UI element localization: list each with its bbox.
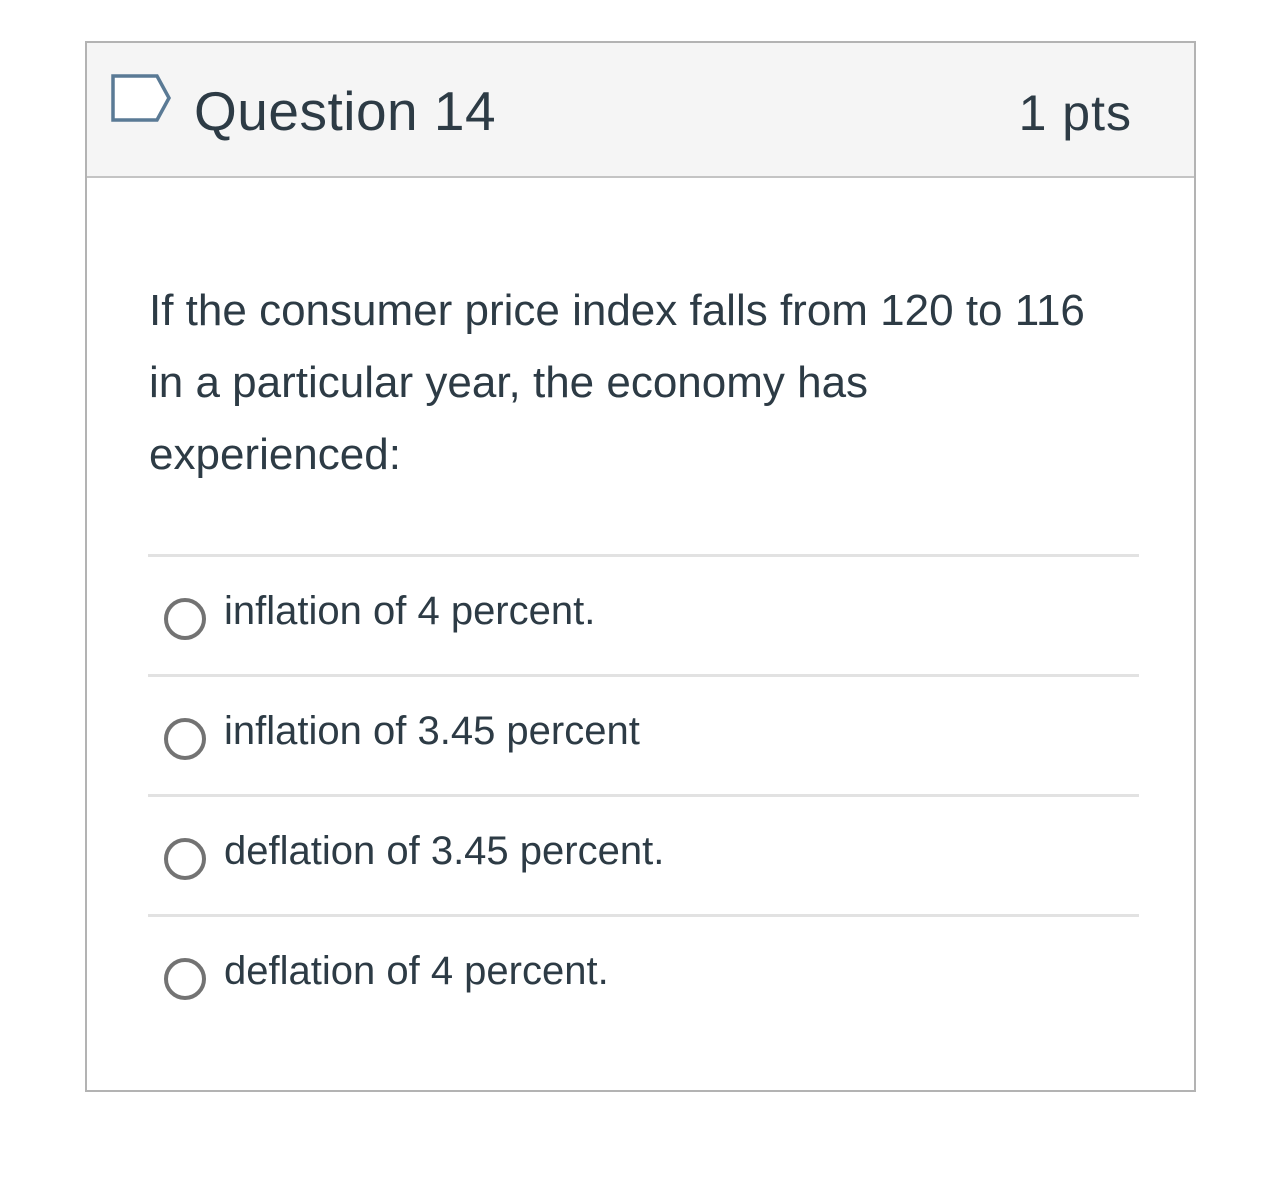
answer-option[interactable]: inflation of 3.45 percent — [148, 677, 1139, 797]
answer-label[interactable]: inflation of 3.45 percent — [224, 707, 640, 755]
answer-option[interactable]: deflation of 3.45 percent. — [148, 797, 1139, 917]
radio-button[interactable] — [164, 838, 206, 880]
question-points: 1 pts — [1018, 85, 1132, 141]
flag-outline-icon[interactable] — [111, 74, 173, 124]
radio-button[interactable] — [164, 598, 206, 640]
answer-list: inflation of 4 percent. inflation of 3.4… — [148, 554, 1139, 1034]
question-header: Question 14 1 pts — [87, 43, 1194, 178]
radio-button[interactable] — [164, 958, 206, 1000]
question-text: If the consumer price index falls from 1… — [149, 286, 1085, 479]
question-card: Question 14 1 pts If the consumer price … — [85, 41, 1196, 1092]
answer-option[interactable]: deflation of 4 percent. — [148, 917, 1139, 1034]
question-title: Question 14 — [194, 80, 497, 142]
answer-label[interactable]: deflation of 3.45 percent. — [224, 827, 664, 875]
answer-option[interactable]: inflation of 4 percent. — [148, 557, 1139, 677]
answer-label[interactable]: deflation of 4 percent. — [224, 947, 609, 995]
answer-label[interactable]: inflation of 4 percent. — [224, 587, 595, 635]
radio-button[interactable] — [164, 718, 206, 760]
